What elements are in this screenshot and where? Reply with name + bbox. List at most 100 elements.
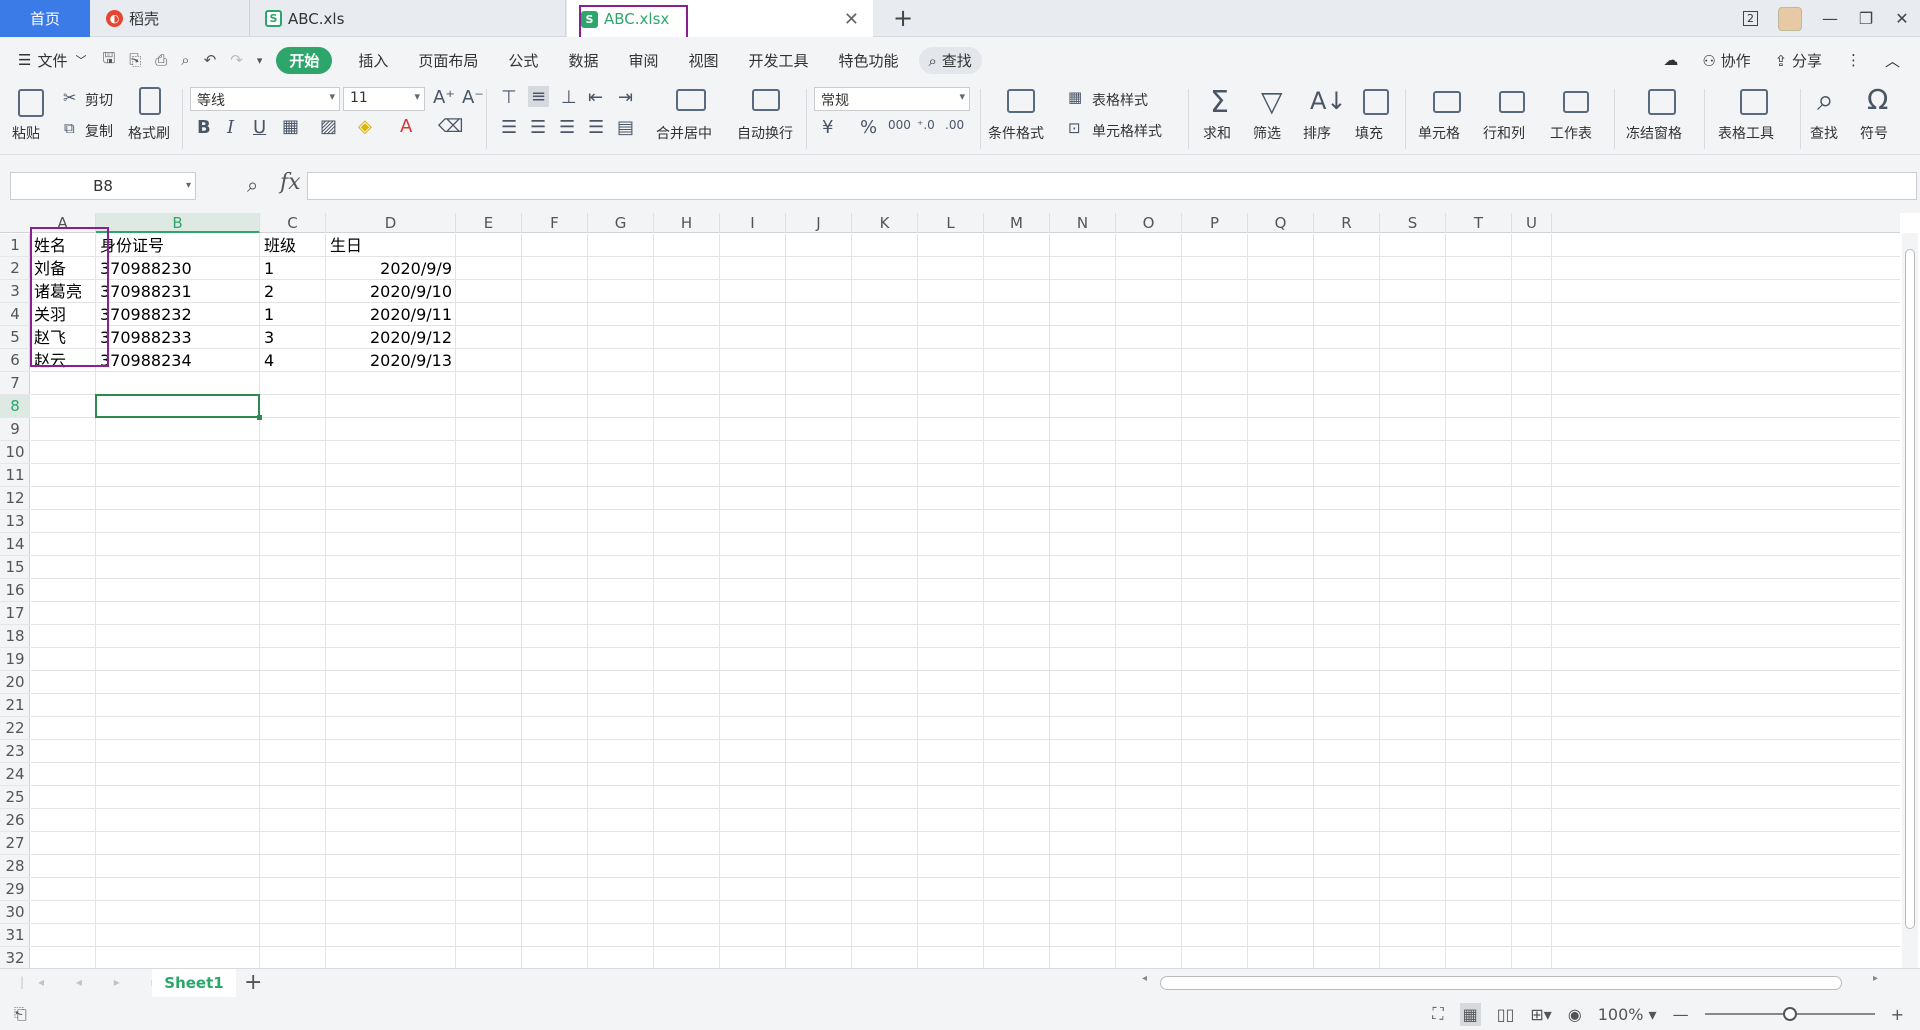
copy-icon[interactable]: ⧉: [64, 119, 75, 137]
merge-center-icon[interactable]: [676, 89, 706, 111]
conditional-format-button[interactable]: 条件格式: [988, 123, 1044, 143]
zoom-formula-icon[interactable]: ⌕: [247, 173, 258, 197]
merge-center-button[interactable]: 合并居中: [656, 123, 712, 143]
row-header[interactable]: 1: [0, 234, 30, 257]
row-header[interactable]: 2: [0, 257, 30, 280]
copy-button[interactable]: 复制: [85, 121, 113, 141]
cell-style-button[interactable]: 单元格样式: [1092, 121, 1162, 141]
column-header[interactable]: Q: [1248, 213, 1314, 233]
menu-page-layout[interactable]: 页面布局: [418, 50, 478, 71]
row-header[interactable]: 10: [0, 441, 30, 464]
column-header[interactable]: I: [720, 213, 786, 233]
row-header[interactable]: 23: [0, 740, 30, 763]
row-header[interactable]: 3: [0, 280, 30, 303]
cell-style-icon[interactable]: ⊡: [1068, 119, 1081, 137]
column-header[interactable]: P: [1182, 213, 1248, 233]
scroll-right-icon[interactable]: ▸: [1873, 973, 1878, 984]
clear-format-icon[interactable]: ⌫: [438, 116, 463, 137]
chevron-down-icon[interactable]: ▾: [186, 173, 191, 199]
decrease-font-icon[interactable]: A⁻: [462, 87, 484, 108]
data-cell[interactable]: 370988233: [100, 326, 256, 349]
zoom-slider-knob[interactable]: [1782, 1007, 1797, 1021]
menu-view[interactable]: 视图: [688, 50, 718, 71]
data-cell[interactable]: 诸葛亮: [34, 280, 92, 303]
vertical-scrollbar[interactable]: [1902, 233, 1918, 968]
more-options-icon[interactable]: ⋮: [1846, 51, 1861, 69]
wrap-text-icon[interactable]: [752, 89, 780, 111]
formula-input[interactable]: [307, 172, 1917, 200]
column-header[interactable]: J: [786, 213, 852, 233]
tab-docer[interactable]: ◐ 稻壳: [90, 0, 250, 37]
column-header[interactable]: G: [588, 213, 654, 233]
freeze-panes-icon[interactable]: [1648, 89, 1676, 115]
undo-icon[interactable]: ↶: [204, 51, 217, 69]
tab-abc-xls[interactable]: S ABC.xls: [251, 0, 566, 37]
row-header[interactable]: 7: [0, 372, 30, 395]
fullscreen-icon[interactable]: ⛶: [1432, 1004, 1443, 1024]
column-header[interactable]: H: [654, 213, 720, 233]
format-painter-button[interactable]: 格式刷: [128, 123, 170, 143]
row-header[interactable]: 5: [0, 326, 30, 349]
row-header[interactable]: 8: [0, 395, 30, 418]
share-button[interactable]: ⇪ 分享: [1775, 50, 1822, 71]
cell-button[interactable]: 单元格: [1418, 123, 1460, 143]
data-cell[interactable]: 2020/9/10: [330, 280, 452, 303]
indent-decrease-icon[interactable]: ⇤: [588, 87, 603, 108]
row-header[interactable]: 26: [0, 809, 30, 832]
data-cell[interactable]: 1: [264, 303, 322, 326]
scissors-icon[interactable]: ✂: [63, 88, 76, 107]
menu-developer[interactable]: 开发工具: [748, 50, 808, 71]
data-cell[interactable]: 4: [264, 349, 322, 372]
fx-insert-function-icon[interactable]: fx: [280, 170, 301, 195]
quick-access-more-icon[interactable]: ▾: [257, 54, 263, 67]
align-middle-icon[interactable]: ≡: [528, 86, 550, 107]
filter-icon[interactable]: ▽: [1261, 85, 1283, 118]
row-header[interactable]: 11: [0, 464, 30, 487]
find-icon[interactable]: ⌕: [1817, 83, 1834, 118]
align-right-icon[interactable]: ☰: [559, 117, 575, 138]
close-window-icon[interactable]: ✕: [1884, 9, 1920, 28]
column-header[interactable]: D: [326, 213, 456, 233]
data-cell[interactable]: 3: [264, 326, 322, 349]
user-avatar[interactable]: [1778, 6, 1802, 31]
collapse-ribbon-icon[interactable]: ︿: [1885, 50, 1900, 71]
header-cell[interactable]: 身份证号: [100, 234, 256, 257]
fill-color-icon[interactable]: ◈: [358, 116, 372, 137]
normal-view-icon[interactable]: ▦: [1459, 1002, 1481, 1026]
align-top-icon[interactable]: ⊤: [501, 87, 517, 108]
fill-button[interactable]: 填充: [1355, 123, 1383, 143]
row-header[interactable]: 9: [0, 418, 30, 441]
row-header[interactable]: 30: [0, 901, 30, 924]
row-header[interactable]: 31: [0, 924, 30, 947]
data-cell[interactable]: 赵飞: [34, 326, 92, 349]
data-cell[interactable]: 370988232: [100, 303, 256, 326]
column-header[interactable]: F: [522, 213, 588, 233]
zoom-level[interactable]: 100% ▾: [1598, 1005, 1657, 1024]
symbol-button[interactable]: 符号: [1860, 123, 1888, 143]
cut-button[interactable]: 剪切: [85, 90, 113, 110]
decrease-decimal-icon[interactable]: .00: [945, 118, 964, 132]
underline-icon[interactable]: U: [253, 117, 266, 138]
eye-protection-icon[interactable]: ◉: [1568, 1005, 1582, 1024]
menu-start[interactable]: 开始: [276, 46, 333, 74]
omega-symbol-icon[interactable]: Ω: [1867, 83, 1888, 116]
menu-file[interactable]: ☰ 文件 ﹀: [18, 50, 86, 71]
data-cell[interactable]: 1: [264, 257, 322, 280]
row-header[interactable]: 17: [0, 602, 30, 625]
fill-down-icon[interactable]: [1363, 89, 1389, 115]
data-cell[interactable]: 关羽: [34, 303, 92, 326]
row-header[interactable]: 14: [0, 533, 30, 556]
sort-icon[interactable]: A↓: [1310, 87, 1347, 115]
data-cell[interactable]: 370988234: [100, 349, 256, 372]
fill-handle[interactable]: [257, 415, 262, 420]
row-header[interactable]: 32: [0, 947, 30, 968]
currency-icon[interactable]: ¥: [822, 117, 833, 138]
header-cell[interactable]: 班级: [264, 234, 322, 257]
menu-insert[interactable]: 插入: [358, 50, 388, 71]
menu-features[interactable]: 特色功能: [839, 50, 899, 71]
freeze-panes-button[interactable]: 冻结窗格: [1626, 123, 1682, 143]
horizontal-scrollbar[interactable]: ◂ ▸: [1140, 973, 1880, 991]
column-header[interactable]: A: [30, 213, 96, 233]
row-header[interactable]: 13: [0, 510, 30, 533]
table-style-icon[interactable]: ▦: [1068, 88, 1082, 106]
